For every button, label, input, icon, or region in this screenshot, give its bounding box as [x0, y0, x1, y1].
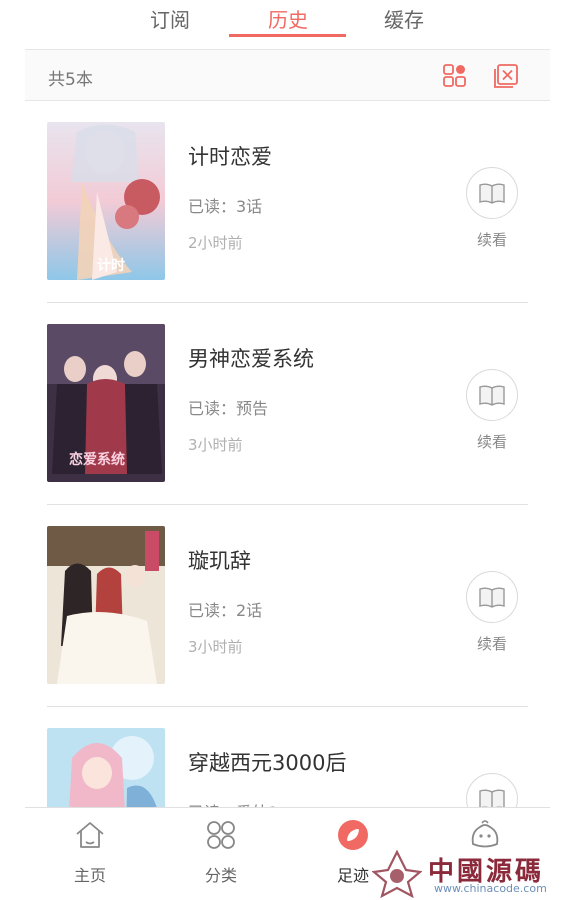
svg-text:恋爱系统: 恋爱系统: [69, 451, 125, 468]
watermark-url: www.chinacode.com: [434, 882, 547, 895]
tab-subscribe[interactable]: 订阅: [140, 4, 200, 34]
list-item[interactable]: 穿越西元3000后 已读：番外1: [47, 707, 528, 807]
continue-button[interactable]: [466, 773, 518, 807]
nav-category-label: 分类: [204, 866, 237, 885]
read-progress: 已读：番外1: [188, 799, 278, 807]
nav-home[interactable]: 主页: [50, 818, 130, 892]
comic-title[interactable]: 璇玑辞: [188, 545, 251, 575]
comic-cover[interactable]: 恋爱系统: [47, 324, 165, 482]
watermark-logo-icon: [371, 849, 423, 899]
home-icon: [76, 822, 104, 848]
read-time: 3小时前: [188, 638, 243, 656]
delete-icon[interactable]: [493, 63, 519, 89]
history-list: 计时 计时恋爱 已读：3话 2小时前 续看 恋爱系统 男神恋爱系统 已读：预告 …: [25, 101, 550, 807]
list-item[interactable]: 恋爱系统 男神恋爱系统 已读：预告 3小时前 续看: [47, 303, 528, 505]
tab-cache[interactable]: 缓存: [374, 4, 434, 34]
history-toolbar: 共5本: [25, 49, 550, 101]
category-icon: [207, 821, 235, 849]
profile-icon: [471, 820, 499, 848]
nav-category[interactable]: 分类: [181, 818, 261, 892]
read-progress: 已读：2话: [188, 601, 263, 620]
continue-label: 续看: [476, 433, 507, 451]
comic-cover[interactable]: [47, 526, 165, 684]
grid-icon[interactable]: [442, 63, 468, 89]
list-item[interactable]: 计时 计时恋爱 已读：3话 2小时前 续看: [47, 101, 528, 303]
comic-title[interactable]: 计时恋爱: [188, 141, 272, 171]
read-time: 2小时前: [188, 234, 243, 252]
continue-button[interactable]: 续看: [466, 369, 518, 451]
top-tabs: 订阅 历史 缓存: [0, 0, 567, 40]
continue-label: 续看: [476, 231, 507, 249]
continue-button[interactable]: 续看: [466, 167, 518, 249]
book-icon[interactable]: [466, 369, 518, 421]
continue-button[interactable]: 续看: [466, 571, 518, 653]
comic-title[interactable]: 男神恋爱系统: [188, 343, 314, 373]
footprint-icon: [338, 820, 368, 850]
list-item[interactable]: 璇玑辞 已读：2话 3小时前 续看: [47, 505, 528, 707]
read-time: 3小时前: [188, 436, 243, 454]
tab-history[interactable]: 历史: [258, 4, 318, 34]
active-tab-indicator: [229, 34, 346, 37]
book-icon[interactable]: [466, 773, 518, 807]
nav-home-label: 主页: [73, 866, 106, 885]
book-icon[interactable]: [466, 167, 518, 219]
continue-label: 续看: [476, 635, 507, 653]
svg-text:计时: 计时: [97, 257, 125, 274]
comic-cover[interactable]: 计时: [47, 122, 165, 280]
watermark: 中國源碼 www.chinacode.com: [371, 848, 562, 899]
comic-title[interactable]: 穿越西元3000后: [188, 747, 346, 777]
book-icon[interactable]: [466, 571, 518, 623]
screen: 订阅 历史 缓存 共5本 计时 计时恋爱 已读：3话 2小时前 续看 恋爱系统 …: [0, 0, 567, 900]
comic-cover[interactable]: [47, 728, 165, 807]
read-progress: 已读：3话: [188, 197, 263, 216]
book-count: 共5本: [48, 70, 93, 90]
read-progress: 已读：预告: [188, 399, 269, 418]
